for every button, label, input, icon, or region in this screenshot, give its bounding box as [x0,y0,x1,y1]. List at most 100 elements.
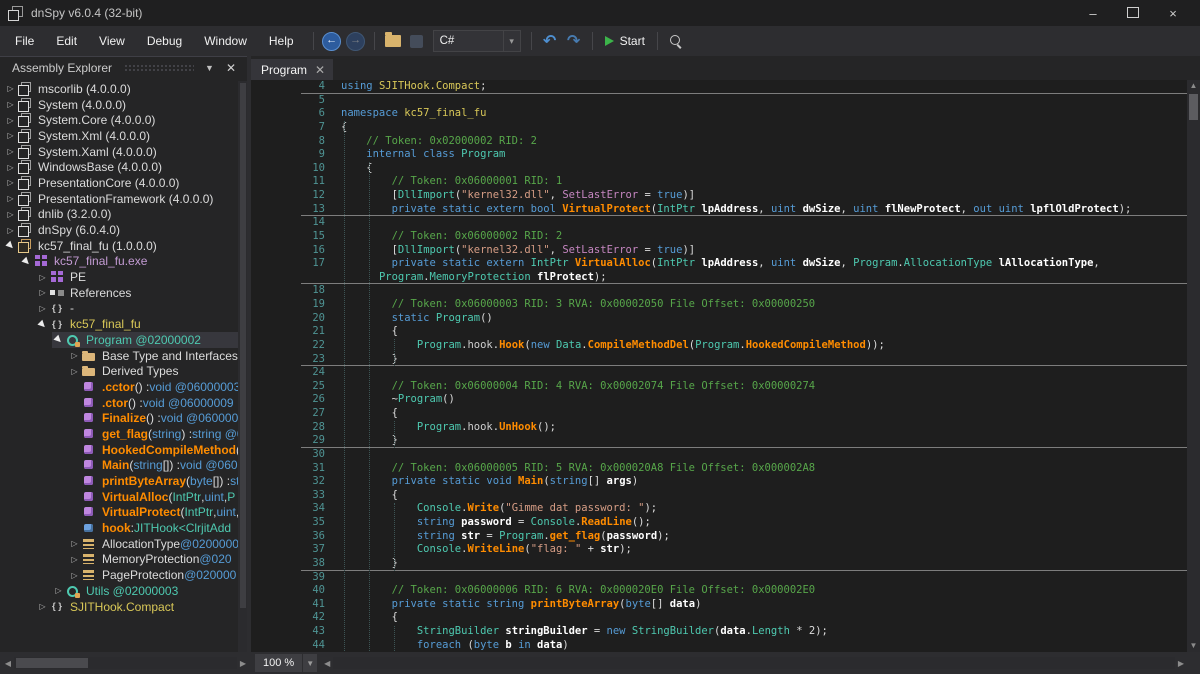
scroll-up-icon[interactable]: ▲ [1187,80,1200,92]
tree-item[interactable]: ▶kc57_final_fu.exe [0,254,247,270]
close-button[interactable]: × [1160,6,1186,21]
expander-arrow-icon[interactable]: ▷ [4,116,17,125]
tree-item[interactable]: ▷mscorlib (4.0.0.0) [0,81,247,97]
menu-view[interactable]: View [90,30,134,52]
tree-item[interactable]: ▷- [0,301,247,317]
expander-arrow-icon[interactable]: ▷ [4,210,17,219]
expander-arrow-icon[interactable]: ▷ [36,304,49,313]
code-line: 22 Program.hook.Hook(new Data.CompileMet… [251,339,1187,353]
code-vertical-scrollbar[interactable]: ▲ ▼ [1187,80,1200,652]
scroll-down-icon[interactable]: ▼ [1187,640,1200,652]
expander-arrow-icon[interactable]: ▷ [4,131,17,140]
tree-item[interactable]: ▷System (4.0.0.0) [0,97,247,113]
tree-item[interactable]: ▷SJITHook.Compact [0,599,247,615]
expander-arrow-icon[interactable]: ▷ [4,226,17,235]
code-line: 5 [251,94,1187,108]
undo-button[interactable]: ↶ [539,30,561,52]
tree-item[interactable]: VirtualProtect(IntPtr, uint, [0,505,247,521]
tree-item[interactable]: ▷PageProtection @020000 [0,567,247,583]
tree-item[interactable]: ▷PE [0,269,247,285]
open-file-button[interactable] [382,30,404,52]
tree-item[interactable]: get_flag(string) : string @0 [0,426,247,442]
maximize-button[interactable] [1120,6,1146,21]
tree-item[interactable]: ▶Program @02000002 [0,332,247,348]
line-number: 44 [251,639,325,652]
tree-horizontal-scrollbar[interactable]: ◀ ▶ [0,656,251,670]
assembly-explorer-panel: Assembly Explorer ▼ ✕ ▷mscorlib (4.0.0.0… [0,56,247,652]
expander-arrow-icon[interactable]: ▷ [4,84,17,93]
expander-arrow-icon[interactable]: ▷ [68,367,81,376]
tree-item[interactable]: ▷Base Type and Interfaces [0,348,247,364]
navigate-back-button[interactable]: ← [321,30,343,52]
tree-item[interactable]: ▷System.Core (4.0.0.0) [0,112,247,128]
minimize-button[interactable]: – [1080,6,1106,21]
expander-arrow-icon[interactable]: ▷ [4,194,17,203]
expander-arrow-icon[interactable]: ▷ [52,586,65,595]
tree-item[interactable]: hook : JITHook<ClrjitAdd [0,520,247,536]
tree-item[interactable]: ▷References [0,285,247,301]
expander-arrow-icon[interactable]: ▷ [68,571,81,580]
scroll-left-icon[interactable]: ◀ [2,659,14,668]
language-selector[interactable]: C# ▾ [433,30,521,52]
line-number: 22 [251,339,325,353]
scrollbar-thumb[interactable] [240,83,246,608]
scrollbar-track[interactable] [14,657,237,669]
tree-item[interactable]: ▷System.Xaml (4.0.0.0) [0,144,247,160]
line-number: 27 [251,407,325,421]
expander-arrow-icon[interactable]: ▷ [4,178,17,187]
code-horizontal-scrollbar[interactable]: ◀ ▶ [321,656,1187,670]
tab-close-icon[interactable]: ✕ [315,63,325,77]
expander-arrow-icon[interactable]: ▷ [4,147,17,156]
save-module-button[interactable] [406,30,428,52]
expander-arrow-icon[interactable]: ▷ [36,602,49,611]
expander-arrow-icon[interactable]: ▷ [68,555,81,564]
redo-button[interactable]: ↷ [563,30,585,52]
tree-item[interactable]: .ctor() : void @06000009 [0,395,247,411]
expander-arrow-icon[interactable]: ▷ [68,351,81,360]
scroll-right-icon[interactable]: ▶ [1175,659,1187,668]
tree-item[interactable]: ▷Utils @02000003 [0,583,247,599]
tree-item[interactable]: ▷MemoryProtection @020 [0,552,247,568]
tree-item[interactable]: Main(string[]) : void @060 [0,458,247,474]
menu-debug[interactable]: Debug [138,30,191,52]
scrollbar-thumb[interactable] [16,658,88,668]
expander-arrow-icon[interactable]: ▷ [36,273,49,282]
zoom-level-control[interactable]: 100 % [255,654,302,672]
expander-arrow-icon[interactable]: ▷ [4,100,17,109]
zoom-chevron-icon[interactable]: ▼ [303,654,317,672]
tree-item[interactable]: ▷AllocationType @0200000 [0,536,247,552]
tree-item[interactable]: Finalize() : void @0600000C [0,410,247,426]
tree-item[interactable]: ▶kc57_final_fu [0,316,247,332]
tree-item[interactable]: ▷PresentationFramework (4.0.0.0) [0,191,247,207]
expander-arrow-icon[interactable]: ▷ [4,163,17,172]
tree-item[interactable]: ▷Derived Types [0,363,247,379]
start-debug-button[interactable]: Start [599,34,651,48]
tree-item[interactable]: ▷WindowsBase (4.0.0.0) [0,159,247,175]
menu-file[interactable]: File [6,30,43,52]
tree-item[interactable]: printByteArray(byte[]) : st [0,473,247,489]
search-button[interactable] [665,30,687,52]
panel-close-icon[interactable]: ✕ [221,61,241,75]
scroll-right-icon[interactable]: ▶ [237,659,249,668]
navigate-forward-button[interactable]: → [345,30,367,52]
tree-item[interactable]: ▶kc57_final_fu (1.0.0.0) [0,238,247,254]
menu-edit[interactable]: Edit [47,30,86,52]
tree-item[interactable]: ▷PresentationCore (4.0.0.0) [0,175,247,191]
tree-item[interactable]: ▷dnlib (3.2.0.0) [0,207,247,223]
tree-vertical-scrollbar[interactable] [238,81,247,652]
tree-item[interactable]: ▷System.Xml (4.0.0.0) [0,128,247,144]
tree-item[interactable]: .cctor() : void @06000003 [0,379,247,395]
expander-arrow-icon[interactable]: ▷ [36,288,49,297]
tree-item[interactable]: HookedCompileMethod( [0,442,247,458]
panel-menu-chevron-icon[interactable]: ▼ [198,63,221,73]
tree-item[interactable]: ▷dnSpy (6.0.4.0) [0,222,247,238]
scrollbar-track[interactable] [333,657,1175,669]
scroll-left-icon[interactable]: ◀ [321,659,333,668]
menu-window[interactable]: Window [195,30,256,52]
tree-item[interactable]: VirtualAlloc(IntPtr, uint, P [0,489,247,505]
menu-help[interactable]: Help [260,30,303,52]
scrollbar-thumb[interactable] [1189,94,1198,120]
line-number: 29 [251,434,325,448]
expander-arrow-icon[interactable]: ▷ [68,539,81,548]
tab-program[interactable]: Program ✕ [251,59,333,80]
